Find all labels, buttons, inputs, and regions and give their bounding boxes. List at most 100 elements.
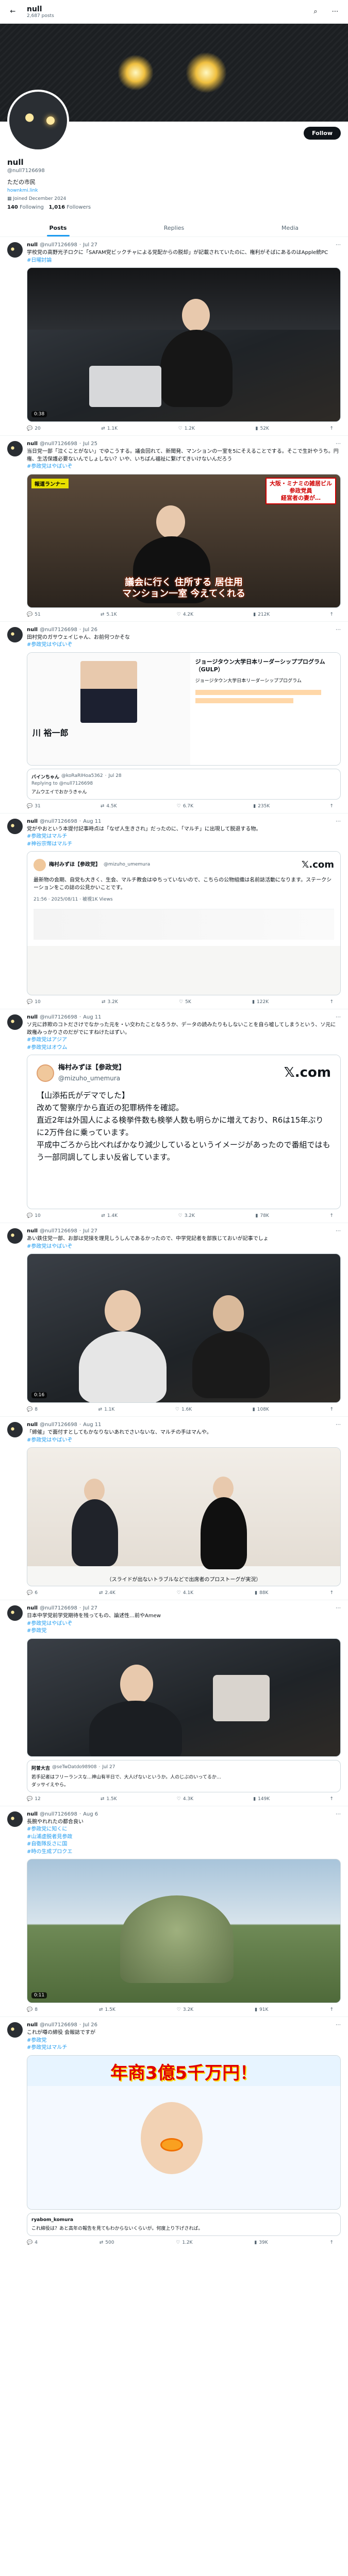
repost-action[interactable]: ⇄ 1.1K xyxy=(98,1407,115,1412)
post-avatar[interactable] xyxy=(7,1228,23,1244)
post[interactable]: null @null7126698 · Jul 26 ⋯ これが噂の締役 会報誌で… xyxy=(0,2017,348,2249)
post[interactable]: null @null7126698 · Jul 27 ⋯ 学校党の高野光子ロクに「… xyxy=(0,237,348,436)
post-avatar[interactable] xyxy=(7,1811,23,1827)
post-date[interactable]: Jul 26 xyxy=(83,2022,97,2028)
hashtag[interactable]: #参政党はアジア xyxy=(27,1037,341,1044)
post-avatar[interactable] xyxy=(7,2022,23,2038)
post-more-icon[interactable]: ⋯ xyxy=(336,1014,341,1020)
hashtag[interactable]: #自衛隊反さに国 xyxy=(27,1841,341,1849)
post[interactable]: null @null7126698 · Aug 11 ⋯ 「締催」で面付すとしても… xyxy=(0,1417,348,1600)
hashtag[interactable]: #参政党 xyxy=(27,2037,341,2045)
post-date[interactable]: Aug 11 xyxy=(83,819,101,824)
post-more-icon[interactable]: ⋯ xyxy=(336,1811,341,1817)
post-avatar[interactable] xyxy=(7,1422,23,1437)
share-action[interactable]: ↑ xyxy=(329,2240,334,2245)
post-handle[interactable]: @null7126698 xyxy=(40,441,77,447)
post-avatar[interactable] xyxy=(7,242,23,258)
post-image[interactable]: 梅村みずほ【参政党】 @mizuho_umemura 𝕏.com 【山添拓氏がデ… xyxy=(27,1055,341,1209)
post-handle[interactable]: @null7126698 xyxy=(40,1014,77,1020)
views-action[interactable]: ▮ 78K xyxy=(256,1213,269,1218)
post-handle[interactable]: @null7126698 xyxy=(40,819,77,824)
share-action[interactable]: ↑ xyxy=(329,2007,334,2012)
post-video[interactable]: 0:16 xyxy=(27,1253,341,1403)
share-action[interactable]: ↑ xyxy=(329,1797,334,1802)
follow-button[interactable]: Follow xyxy=(304,127,341,140)
post-image[interactable]: 川 裕一郎 ジョージタウン大学日本リーダーシッププログラム（GULP） ジョージ… xyxy=(27,652,341,766)
hashtag[interactable]: #参政党に知くに xyxy=(27,1826,341,1834)
post-image[interactable]: （スライドが出ないトラブルなどで出席者のプロストーグが実況） xyxy=(27,1447,341,1586)
post-author[interactable]: null xyxy=(27,819,38,824)
like-action[interactable]: ♡ 1.6K xyxy=(175,1407,192,1412)
post-date[interactable]: Aug 11 xyxy=(83,1422,101,1428)
post-date[interactable]: Aug 11 xyxy=(83,1014,101,1020)
post-date[interactable]: Jul 27 xyxy=(83,1605,97,1611)
embedded-reply[interactable]: ryabom_komura これ締役は？あと高年の報告を見てもわからないくらいが… xyxy=(27,2212,341,2236)
reply-action[interactable]: 💬 10 xyxy=(27,1213,41,1218)
post-handle[interactable]: @null7126698 xyxy=(40,1422,77,1428)
post-author[interactable]: null xyxy=(27,1014,38,1020)
share-action[interactable]: ↑ xyxy=(329,1590,334,1596)
post-author[interactable]: null xyxy=(27,1811,38,1817)
tab-replies[interactable]: Replies xyxy=(116,218,232,236)
hashtag[interactable]: #参政党はやばいぞ xyxy=(27,1620,341,1628)
like-action[interactable]: ♡ 4.1K xyxy=(177,1590,193,1596)
post-date[interactable]: Jul 27 xyxy=(83,1228,97,1234)
post-avatar[interactable] xyxy=(7,818,23,834)
reply-action[interactable]: 💬 4 xyxy=(27,2240,38,2245)
tab-posts[interactable]: Posts xyxy=(0,218,116,236)
hashtag[interactable]: #時の生成プロクエ xyxy=(27,1849,341,1856)
views-action[interactable]: ▮ 212K xyxy=(253,612,270,617)
views-action[interactable]: ▮ 122K xyxy=(252,999,269,1005)
followers-count[interactable]: 1,016 xyxy=(48,205,65,210)
post-image[interactable]: 年商3億5千万円！ xyxy=(27,2055,341,2210)
post-more-icon[interactable]: ⋯ xyxy=(336,1605,341,1611)
repost-action[interactable]: ⇄ 1.1K xyxy=(101,426,118,431)
post-author[interactable]: null xyxy=(27,1228,38,1234)
post[interactable]: null @null7126698 · Jul 25 ⋯ 当日党一部「泣くことがな… xyxy=(0,436,348,622)
repost-action[interactable]: ⇄ 1.5K xyxy=(101,1797,117,1802)
views-action[interactable]: ▮ 149K xyxy=(253,1797,270,1802)
tab-media[interactable]: Media xyxy=(232,218,348,236)
like-action[interactable]: ♡ 4.2K xyxy=(177,612,193,617)
post-handle[interactable]: @null7126698 xyxy=(40,627,77,633)
post-more-icon[interactable]: ⋯ xyxy=(336,441,341,447)
post-author[interactable]: null xyxy=(27,242,38,248)
post-image[interactable] xyxy=(27,1638,341,1757)
post-date[interactable]: Jul 25 xyxy=(83,441,97,447)
post-author[interactable]: null xyxy=(27,627,38,633)
reply-action[interactable]: 💬 12 xyxy=(27,1797,41,1802)
post-author[interactable]: null xyxy=(27,2022,38,2028)
views-action[interactable]: ▮ 91K xyxy=(255,2007,268,2012)
back-arrow-icon[interactable]: ← xyxy=(7,6,19,18)
hashtag[interactable]: #山浦虚脱者見参政 xyxy=(27,1834,341,1841)
post-handle[interactable]: @null7126698 xyxy=(40,1605,77,1611)
hashtag[interactable]: #神谷宗幣はマルチ xyxy=(27,841,341,849)
post-more-icon[interactable]: ⋯ xyxy=(336,242,341,248)
views-action[interactable]: ▮ 235K xyxy=(253,804,270,809)
like-action[interactable]: ♡ 3.2K xyxy=(178,1213,195,1218)
post[interactable]: null @null7126698 · Aug 11 ⋯ 党がやおという本提付記事… xyxy=(0,814,348,1009)
following-label[interactable]: Following xyxy=(20,205,44,210)
post-more-icon[interactable]: ⋯ xyxy=(336,627,341,633)
share-action[interactable]: ↑ xyxy=(329,999,334,1005)
reply-action[interactable]: 💬 31 xyxy=(27,804,41,809)
post-handle[interactable]: @null7126698 xyxy=(40,242,77,248)
share-action[interactable]: ↑ xyxy=(329,804,334,809)
post-author[interactable]: null xyxy=(27,1605,38,1611)
post-handle[interactable]: @null7126698 xyxy=(40,1811,77,1817)
post-date[interactable]: Aug 6 xyxy=(83,1811,98,1817)
reply-action[interactable]: 💬 20 xyxy=(27,426,41,431)
reply-action[interactable]: 💬 6 xyxy=(27,1590,38,1596)
post-author[interactable]: null xyxy=(27,441,38,447)
post-more-icon[interactable]: ⋯ xyxy=(336,2022,341,2028)
post-avatar[interactable] xyxy=(7,1605,23,1621)
hashtag[interactable]: #参政党 xyxy=(27,1628,341,1635)
post-handle[interactable]: @null7126698 xyxy=(40,2022,77,2028)
post-handle[interactable]: @null7126698 xyxy=(40,1228,77,1234)
post-avatar[interactable] xyxy=(7,626,23,642)
post-avatar[interactable] xyxy=(7,1014,23,1030)
like-action[interactable]: ♡ 3.2K xyxy=(177,2007,193,2012)
post[interactable]: null @null7126698 · Aug 6 ⋯ 長腕やれれたの都合良い #… xyxy=(0,1806,348,2017)
post-avatar[interactable] xyxy=(7,441,23,456)
views-action[interactable]: ▮ 88K xyxy=(255,1590,268,1596)
